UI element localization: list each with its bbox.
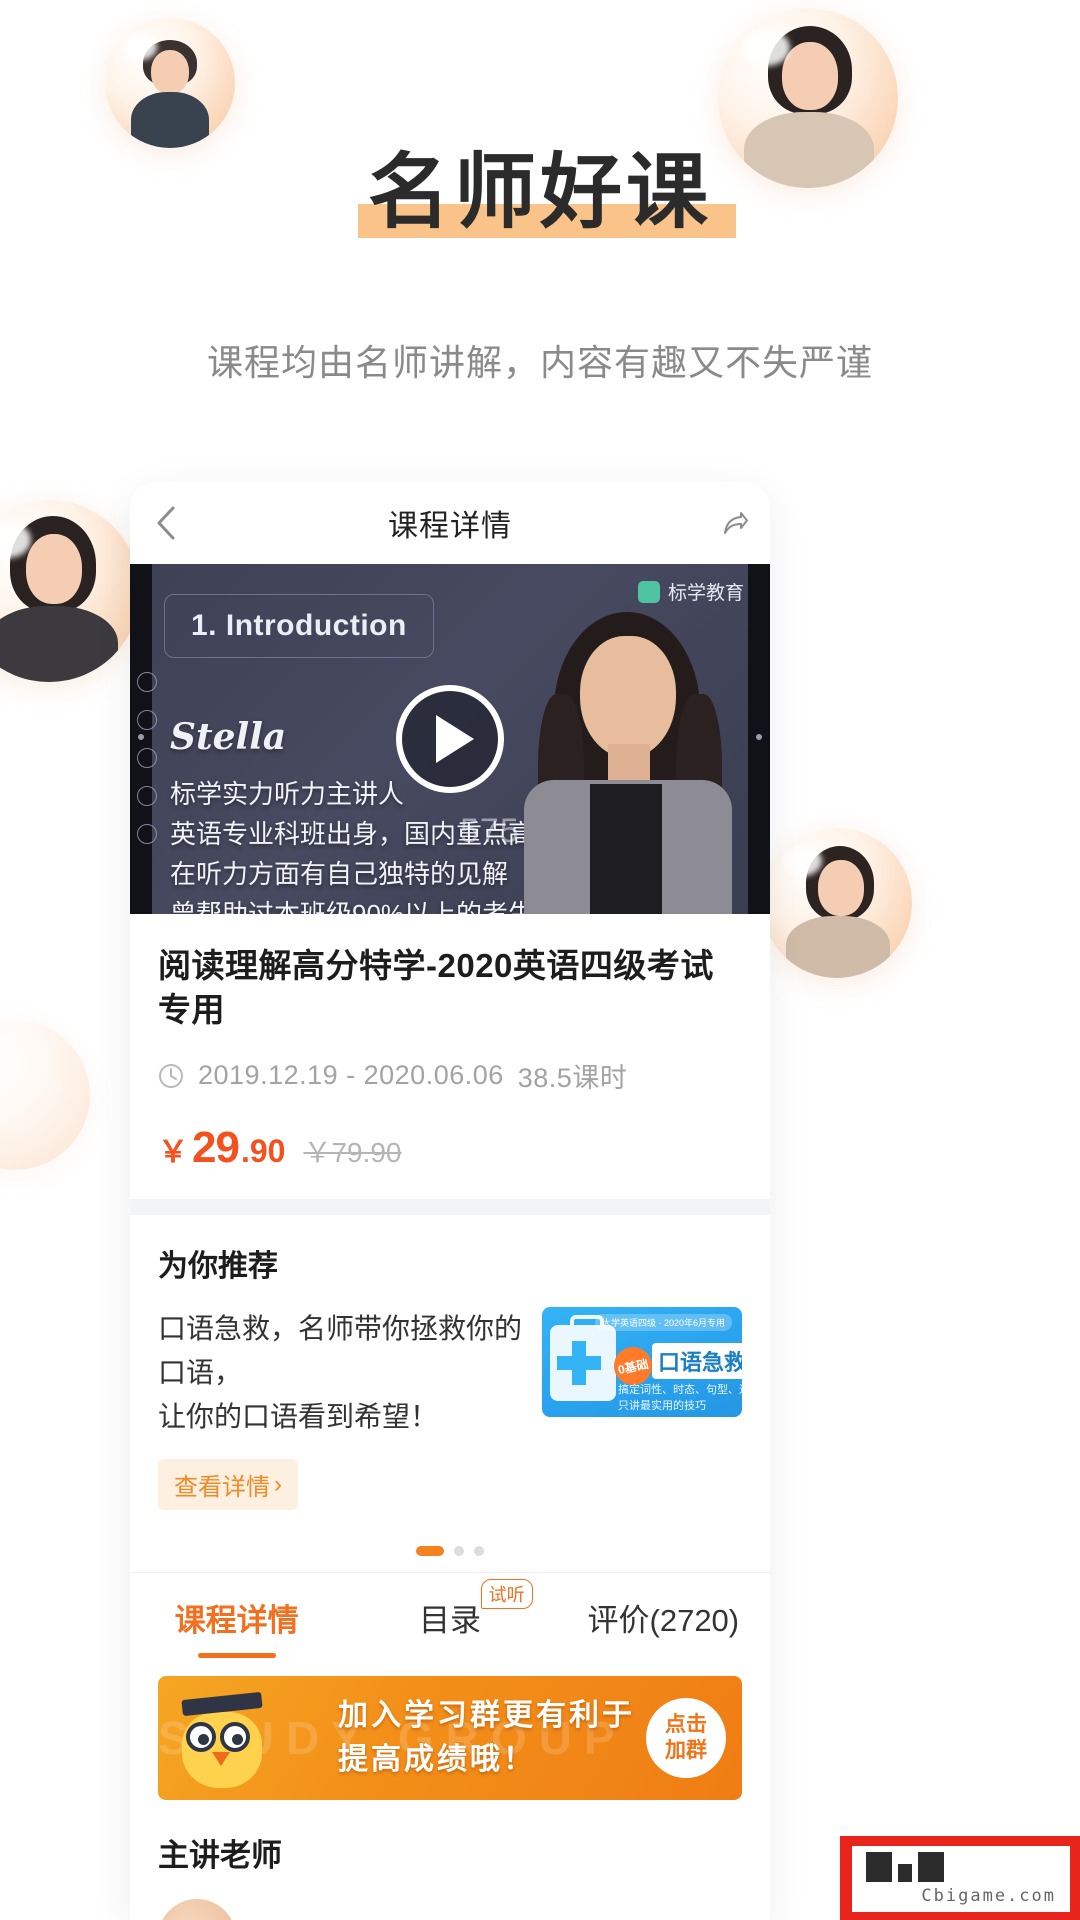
nav-title: 课程详情 <box>388 510 512 543</box>
thumb-main-title: 口语急救课 <box>652 1343 742 1379</box>
banner-line: 加入学习群更有利于 <box>338 1699 635 1732</box>
thumb-sub-line: 只讲最实用的技巧 <box>618 1400 706 1412</box>
avatar <box>0 500 140 682</box>
thumb-top-pill: 大学英语四级 · 2020年6月专用 <box>594 1314 732 1331</box>
banner-text: 加入学习群更有利于 提高成绩哦！ <box>338 1694 635 1782</box>
page-title: 名师好课 <box>0 152 1080 238</box>
avatar <box>762 828 912 978</box>
share-button[interactable] <box>698 482 770 564</box>
recommendation-desc-line: 口语急救，名师带你拯救你的口语， <box>158 1313 523 1388</box>
play-small-icon <box>137 672 157 692</box>
site-watermark: Cbigame.com <box>840 1836 1080 1920</box>
teacher-bubble-avatar <box>0 1020 90 1170</box>
teacher-avatar <box>158 1899 236 1920</box>
thumb-sub-line: 搞定词性、时态、句型、逻辑 <box>618 1384 742 1396</box>
tab-label: 课程详情 <box>174 1603 299 1638</box>
course-title: 阅读理解高分特学-2020英语四级考试专用 <box>158 947 714 1028</box>
currency-symbol: ￥ <box>158 1136 188 1169</box>
watermark-glyph <box>866 1852 944 1882</box>
tab-bar: 课程详情 目录 试听 评价(2720) <box>130 1572 770 1658</box>
back-small-icon <box>137 710 157 730</box>
original-price: ￥79.90 <box>303 1137 402 1168</box>
price-row: ￥ 29 .90 ￥79.90 <box>158 1123 742 1173</box>
view-detail-label: 查看详情 <box>174 1474 270 1501</box>
brand-watermark: 标学教育 <box>637 578 744 605</box>
study-group-banner[interactable]: STUDY GROUP 加入学习群更有利于 提高成绩哦！ 点击 加群 <box>158 1676 742 1800</box>
chevron-left-icon <box>157 506 175 540</box>
watermark-text: Cbigame.com <box>921 1886 1056 1906</box>
carousel-dot[interactable] <box>454 1546 464 1556</box>
course-meta: 2019.12.19 - 2020.06.06 38.5课时 <box>158 1056 742 1095</box>
banner-line: 提高成绩哦！ <box>338 1743 536 1776</box>
recommendation-section: 为你推荐 口语急救，名师带你拯救你的口语， 让你的口语看到希望！ 查看详情 › … <box>130 1215 770 1528</box>
teacher-bubble-avatar <box>762 828 912 978</box>
hero-subtitle: 课程均由名师讲解，内容有趣又不失严谨 <box>206 342 873 383</box>
tab-label: 目录 <box>418 1603 481 1638</box>
carousel-indicator[interactable] <box>130 1528 770 1572</box>
video-player[interactable]: 1. Introduction Stella 标学实力听力主讲人 英语专业科班出… <box>130 564 770 914</box>
slide-heading: 1. Introduction <box>164 594 434 658</box>
teacher-section-title: 主讲老师 <box>158 1838 282 1873</box>
navigation-bar: 课程详情 <box>130 482 770 564</box>
chevron-right-icon: › <box>274 1470 282 1498</box>
slide-side-icons <box>130 672 164 844</box>
course-lesson-hours: 38.5课时 <box>517 1063 628 1093</box>
owl-mascot-icon <box>168 1686 276 1794</box>
video-frame-dot <box>756 734 762 740</box>
cta-line: 加群 <box>665 1739 707 1762</box>
share-icon <box>724 512 748 534</box>
current-price-decimal: .90 <box>240 1133 286 1169</box>
teacher-bubble-avatar <box>105 18 235 148</box>
back-button[interactable] <box>130 482 202 564</box>
view-detail-button[interactable]: 查看详情 › <box>158 1459 298 1510</box>
tab-catalog[interactable]: 目录 试听 <box>343 1579 556 1640</box>
current-price-integer: 29 <box>192 1123 240 1172</box>
lecturer-name: Stella <box>170 716 287 758</box>
recommendation-desc-line: 让你的口语看到希望！ <box>158 1401 439 1432</box>
tab-course-detail[interactable]: 课程详情 <box>130 1595 343 1640</box>
presenter-figure <box>498 584 748 914</box>
carousel-dot[interactable] <box>474 1546 484 1556</box>
study-group-banner-wrap: STUDY GROUP 加入学习群更有利于 提高成绩哦！ 点击 加群 <box>130 1658 770 1800</box>
more-small-icon <box>137 824 157 844</box>
teacher-section: 主讲老师 <box>130 1800 770 1920</box>
course-date-range: 2019.12.19 - 2020.06.06 <box>198 1060 504 1090</box>
tab-label: 评价(2720) <box>587 1603 740 1638</box>
pen-small-icon <box>137 748 157 768</box>
avatar <box>105 18 235 148</box>
join-group-button[interactable]: 点击 加群 <box>646 1698 726 1778</box>
section-divider <box>130 1199 770 1215</box>
recommendation-description: 口语急救，名师带你拯救你的口语， 让你的口语看到希望！ <box>158 1307 526 1439</box>
teacher-bubble-avatar <box>0 500 140 682</box>
clock-icon <box>159 1063 183 1088</box>
play-button[interactable] <box>396 685 504 793</box>
recommendation-title: 为你推荐 <box>158 1250 278 1283</box>
course-info-section: 阅读理解高分特学-2020英语四级考试专用 2019.12.19 - 2020.… <box>130 914 770 1199</box>
image-small-icon <box>137 786 157 806</box>
trial-badge: 试听 <box>480 1579 533 1609</box>
play-icon <box>436 715 474 763</box>
cross-icon <box>557 1356 601 1370</box>
cta-line: 点击 <box>665 1713 707 1736</box>
brand-logo-icon <box>637 580 660 603</box>
teacher-bubble-avatar <box>718 8 898 188</box>
tab-reviews[interactable]: 评价(2720) <box>557 1595 770 1640</box>
watermark-inner: Cbigame.com <box>852 1846 1070 1912</box>
phone-screen-card: 课程详情 1. Introduction Stella 标学实力听力主讲人 英语… <box>130 482 770 1920</box>
avatar <box>718 8 898 188</box>
carousel-dot[interactable] <box>416 1546 444 1556</box>
recommendation-thumbnail[interactable]: 大学英语四级 · 2020年6月专用 0基础 口语急救课 搞定词性、时态、句型、… <box>542 1307 742 1417</box>
hero-title-text: 名师好课 <box>367 147 712 238</box>
